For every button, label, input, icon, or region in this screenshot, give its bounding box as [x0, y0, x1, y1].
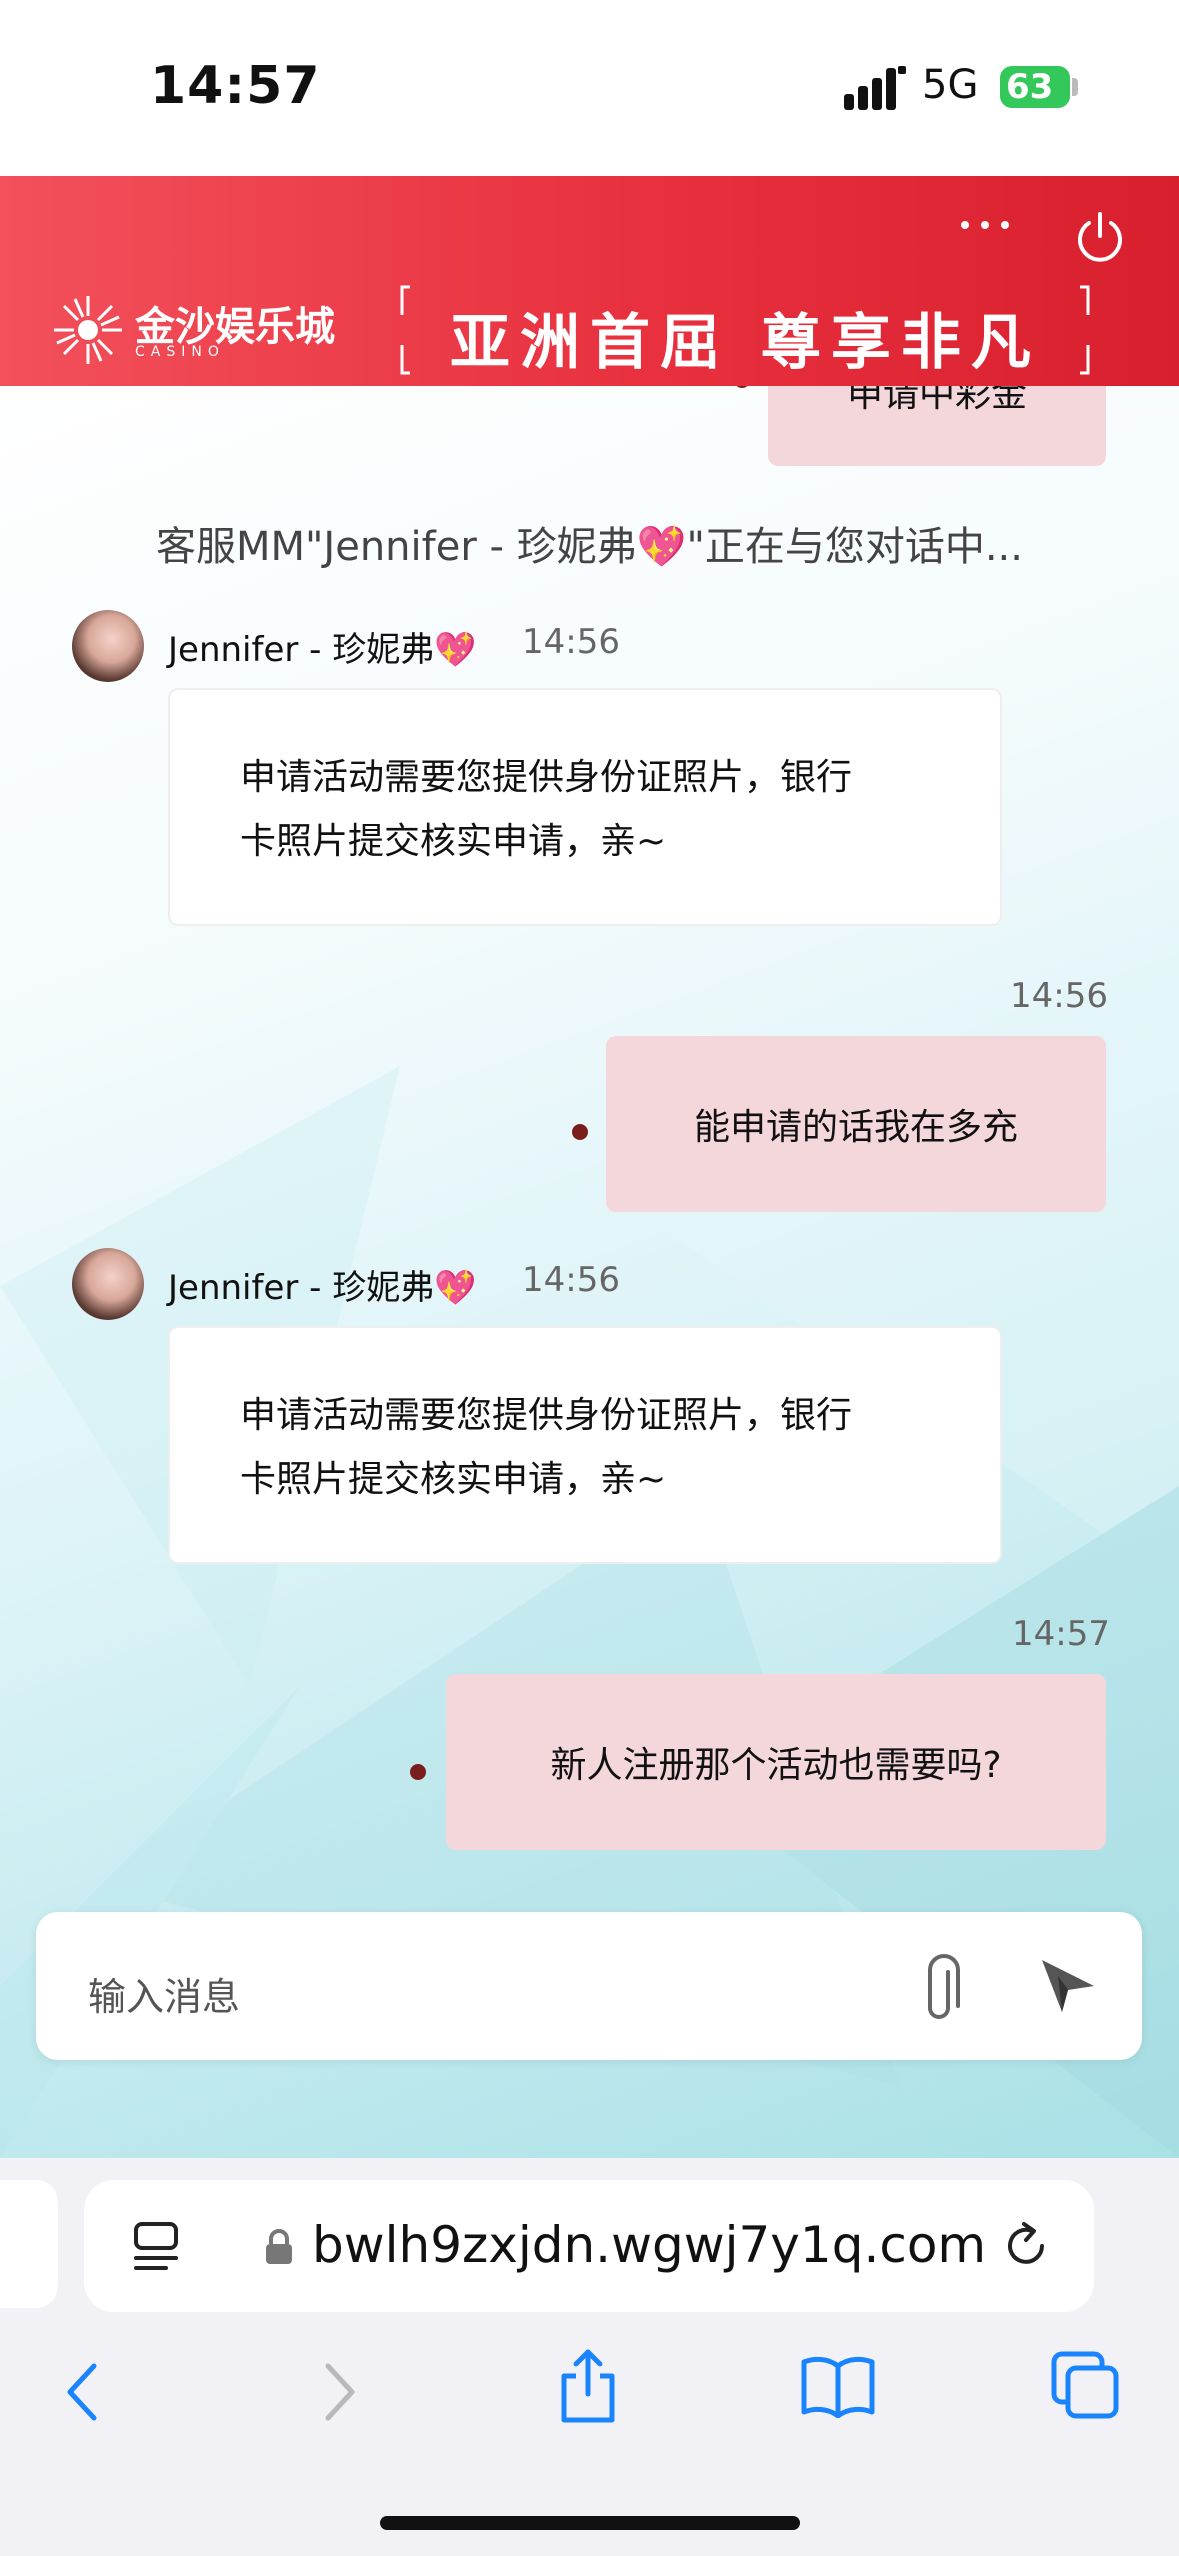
message-time: 14:56	[522, 622, 620, 662]
more-icon[interactable]	[955, 210, 1015, 240]
message-text: 新人注册那个活动也需要吗?	[550, 1745, 1002, 1786]
message-bubble-incoming: 申请活动需要您提供身份证照片，银行 卡照片提交核实申请，亲~	[168, 1326, 1002, 1564]
forward-icon[interactable]	[320, 2360, 360, 2424]
slogan-text: 亚洲首屈 尊享非凡	[450, 308, 1041, 378]
sender-name: Jennifer - 珍妮弗💖	[168, 630, 477, 670]
lock-icon	[266, 2229, 292, 2264]
message-line: 申请活动需要您提供身份证照片，银行	[240, 1395, 853, 1436]
message-line: 卡照片提交核实申请，亲~	[240, 821, 667, 862]
logo-subtext: CASINO	[135, 344, 225, 360]
battery-tip	[1072, 78, 1078, 96]
power-icon[interactable]	[1070, 206, 1130, 266]
reload-icon[interactable]	[998, 2218, 1054, 2274]
status-time: 14:57	[150, 56, 321, 116]
agent-avatar[interactable]	[72, 1248, 144, 1320]
unread-dot	[410, 1764, 426, 1780]
battery-icon: 63	[1000, 66, 1070, 108]
home-indicator	[380, 2516, 800, 2530]
network-label: 5G	[922, 62, 979, 108]
message-line: 申请活动需要您提供身份证照片，银行	[240, 757, 853, 798]
message-bubble-outgoing: 能申请的话我在多充	[606, 1036, 1106, 1212]
tabs-icon[interactable]	[1050, 2350, 1120, 2420]
paperclip-icon[interactable]	[920, 1952, 970, 2024]
back-icon[interactable]	[62, 2360, 102, 2424]
chat-area[interactable]: 申请中彩金 客服MM"Jennifer - 珍妮弗💖"正在与您对话中... Je…	[0, 386, 1179, 2158]
agent-avatar[interactable]	[72, 610, 144, 682]
unread-dot	[572, 1124, 588, 1140]
message-time: 14:56	[1010, 976, 1108, 1016]
message-text: 申请中彩金	[846, 386, 1027, 415]
signal-icon	[844, 66, 906, 110]
share-icon[interactable]	[556, 2346, 620, 2426]
message-bubble-outgoing: 新人注册那个活动也需要吗?	[446, 1674, 1106, 1850]
url-text[interactable]: bwlh9zxjdn.wgwj7y1q.com	[312, 2216, 986, 2274]
message-time: 14:56	[522, 1260, 620, 1300]
unread-dot	[734, 386, 750, 388]
send-icon[interactable]	[1038, 1956, 1098, 2016]
previous-tab-preview[interactable]	[0, 2180, 58, 2308]
message-bubble-incoming: 申请活动需要您提供身份证照片，银行 卡照片提交核实申请，亲~	[168, 688, 1002, 926]
chat-notice: 客服MM"Jennifer - 珍妮弗💖"正在与您对话中...	[156, 524, 1023, 570]
bookmarks-icon[interactable]	[800, 2354, 876, 2418]
sender-name: Jennifer - 珍妮弗💖	[168, 1268, 477, 1308]
page-menu-icon[interactable]	[132, 2220, 184, 2274]
message-bubble-partial: 申请中彩金	[768, 386, 1106, 466]
message-text: 能申请的话我在多充	[693, 1107, 1018, 1148]
message-line: 卡照片提交核实申请，亲~	[240, 1459, 667, 1500]
message-time: 14:57	[1012, 1614, 1110, 1654]
message-input[interactable]: 输入消息	[88, 1966, 240, 2021]
